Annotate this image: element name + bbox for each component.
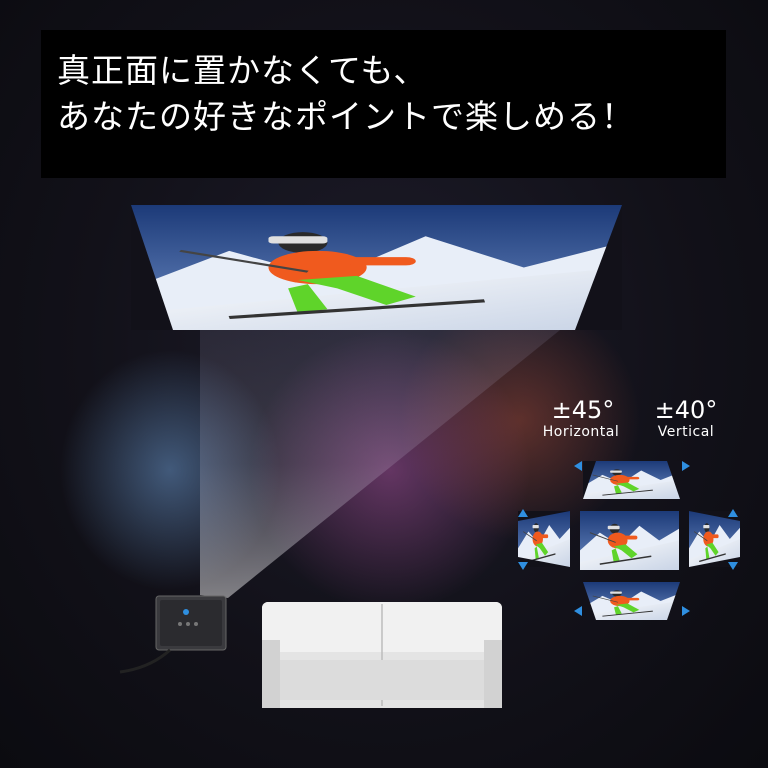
projector-device xyxy=(119,595,227,674)
sofa xyxy=(262,602,502,708)
arrow-right-icon xyxy=(682,606,690,616)
horizontal-angle-label: Horizontal xyxy=(542,424,620,440)
vertical-angle-value: ±40° xyxy=(654,396,718,424)
keystone-left xyxy=(518,511,570,567)
arrow-right-icon xyxy=(682,461,690,471)
vertical-angle-label: Vertical xyxy=(657,424,715,440)
room-scene xyxy=(60,205,740,708)
keystone-center xyxy=(580,511,679,570)
keystone-top xyxy=(583,461,680,499)
ceiling-projection xyxy=(131,205,622,330)
keystone-right xyxy=(689,511,740,567)
horizontal-angle-value: ±45° xyxy=(551,396,615,424)
arrow-left-icon xyxy=(574,606,582,616)
keystone-bottom xyxy=(583,582,680,620)
